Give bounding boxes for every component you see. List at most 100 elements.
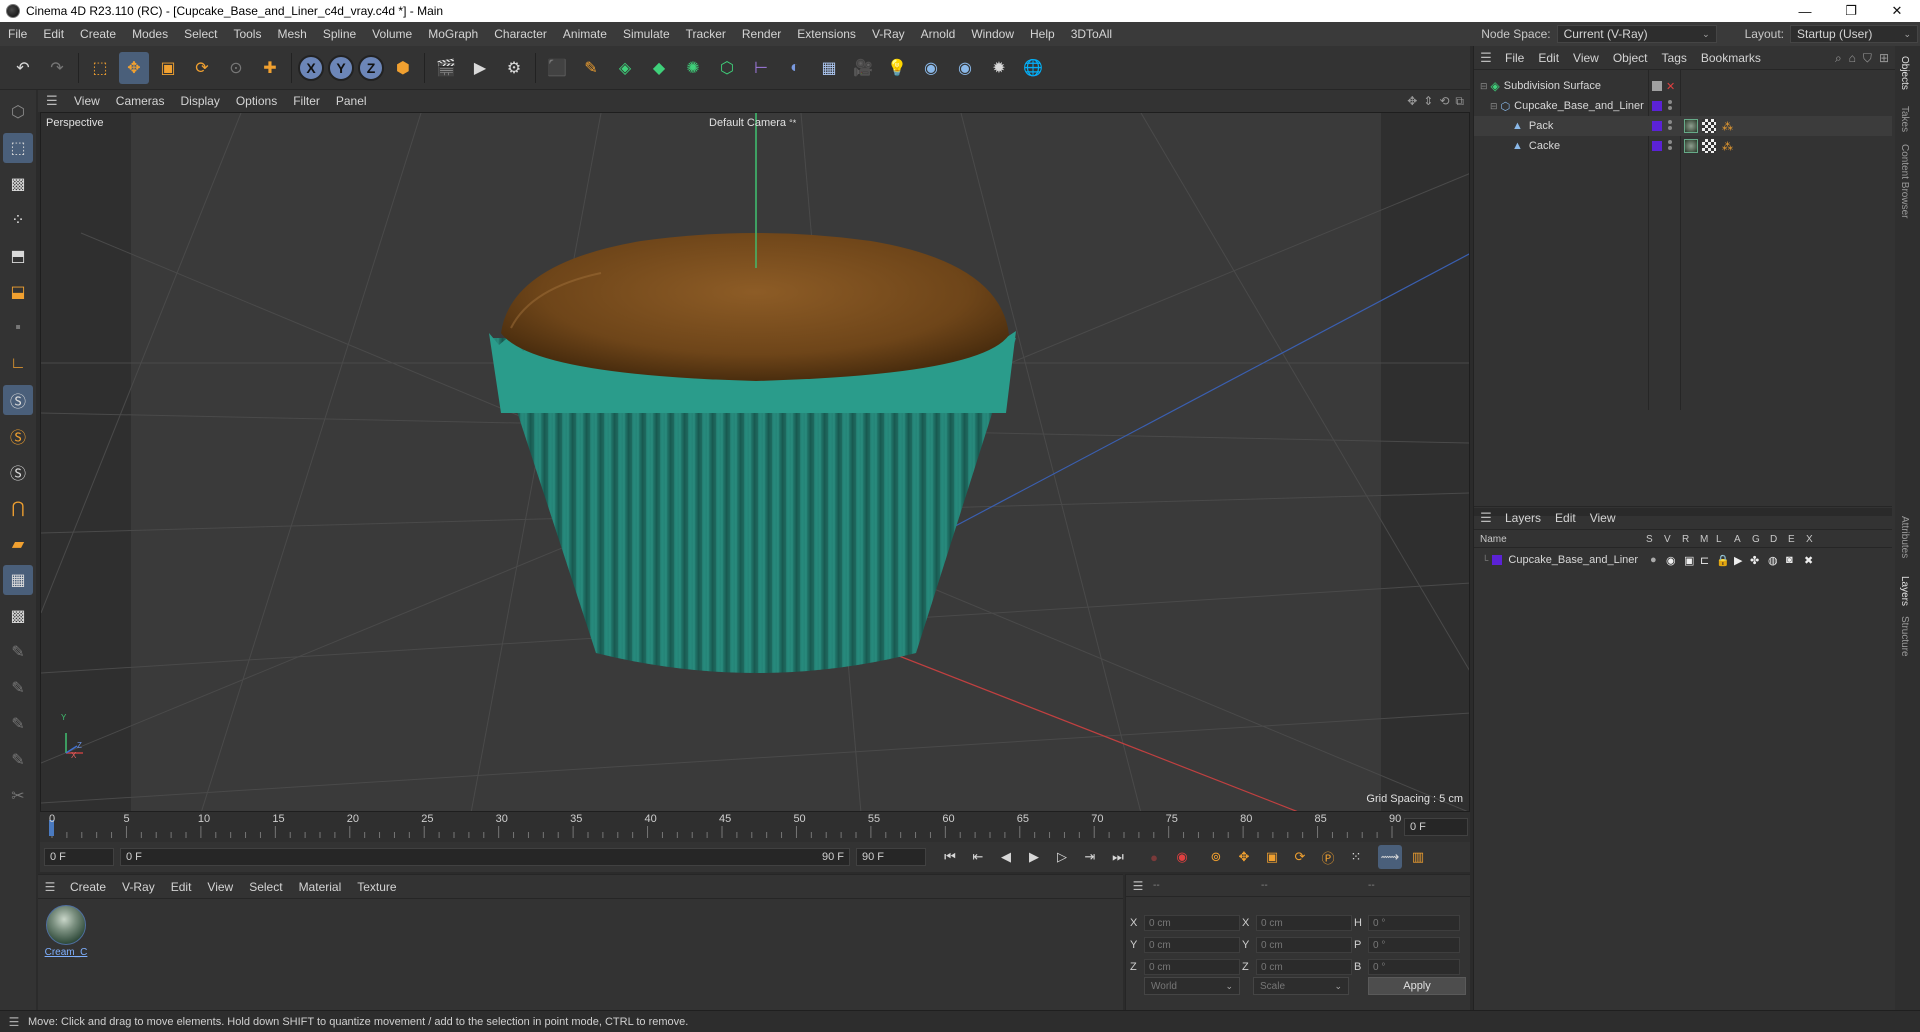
autokeying-icon[interactable]: ◉ [1170, 845, 1194, 869]
material-tag-icon[interactable] [1684, 119, 1698, 133]
menu-create[interactable]: Create [72, 27, 124, 41]
om-menu-tags[interactable]: Tags [1655, 51, 1694, 65]
sculpt-brush-icon[interactable]: ✎ [3, 637, 33, 667]
menu-tools[interactable]: Tools [225, 27, 269, 41]
menu-arnold[interactable]: Arnold [913, 27, 964, 41]
layer-color-swatch[interactable] [1492, 555, 1503, 565]
new-view-icon[interactable]: ⊞ [1879, 51, 1889, 65]
menu-help[interactable]: Help [1022, 27, 1063, 41]
rot-p-field[interactable]: 0 ° [1368, 937, 1460, 953]
rotate-view-icon[interactable]: ⟲ [1439, 94, 1449, 108]
visible-in-editor-icon[interactable]: ◉ [1666, 554, 1676, 567]
layer-column-name[interactable]: Name [1480, 534, 1646, 545]
layer-column-render[interactable]: R [1682, 534, 1700, 545]
keyframe-selection-icon[interactable]: ⊚ [1204, 845, 1228, 869]
size-z-field[interactable]: 0 cm [1256, 959, 1352, 975]
menu-select[interactable]: Select [176, 27, 225, 41]
layer-color-swatch[interactable] [1652, 141, 1662, 151]
menu-simulate[interactable]: Simulate [615, 27, 678, 41]
light-icon[interactable]: 💡 [882, 52, 912, 84]
visibility-dots-icon[interactable] [1668, 100, 1674, 110]
dope-sheet-icon[interactable]: ▥ [1406, 845, 1430, 869]
material-menu-vray[interactable]: V-Ray [114, 880, 163, 894]
pen-spline-icon[interactable]: ✎ [576, 52, 606, 84]
vray-settings-icon[interactable]: ✹ [984, 52, 1014, 84]
visibility-dots-icon[interactable] [1668, 120, 1674, 130]
extrude-generator-icon[interactable]: ◆ [644, 52, 674, 84]
menu-character[interactable]: Character [486, 27, 555, 41]
record-active-objects-icon[interactable]: ● [1142, 845, 1166, 869]
smooth-brush-icon[interactable]: ✎ [3, 709, 33, 739]
om-menu-object[interactable]: Object [1606, 51, 1655, 65]
quantize-icon[interactable]: Ⓢ [3, 457, 33, 487]
pan-view-icon[interactable]: ✥ [1407, 94, 1417, 108]
redo-icon[interactable]: ↷ [42, 52, 72, 84]
material-menu-edit[interactable]: Edit [163, 880, 200, 894]
lock-icon[interactable]: 🔒 [1716, 554, 1730, 567]
object-row-cupcake-base-and-liner[interactable]: ⊟ ⬡ Cupcake_Base_and_Liner [1474, 96, 1892, 116]
current-frame-field[interactable]: 0 F [1404, 818, 1468, 836]
om-menu-file[interactable]: File [1498, 51, 1531, 65]
edit-checkbox-icon[interactable] [1652, 81, 1662, 91]
play-icon[interactable]: ▶ [1022, 845, 1046, 869]
texture-tag-icon[interactable] [1702, 119, 1716, 133]
menu-tracker[interactable]: Tracker [678, 27, 734, 41]
side-tab-attributes[interactable]: Attributes [1899, 516, 1910, 558]
menu-mograph[interactable]: MoGraph [420, 27, 486, 41]
apply-button[interactable]: Apply [1368, 977, 1466, 995]
rot-h-field[interactable]: 0 ° [1368, 915, 1460, 931]
layer-column-generators[interactable]: G [1752, 534, 1770, 545]
transform-tool-icon[interactable]: ⊙ [221, 52, 251, 84]
position-key-icon[interactable]: ✥ [1232, 845, 1256, 869]
layer-column-animation[interactable]: A [1734, 534, 1752, 545]
python-script-icon[interactable]: ◉ [950, 52, 980, 84]
min-frame-field[interactable]: 0 F [44, 848, 114, 866]
coordinate-system-icon[interactable]: ⬢ [388, 52, 418, 84]
coordinates-menu-icon[interactable]: ☰ [1126, 879, 1150, 893]
home-icon[interactable]: ⌂ [1849, 51, 1856, 65]
menu-render[interactable]: Render [734, 27, 789, 41]
camera-icon[interactable]: 🎥 [848, 52, 878, 84]
previous-frame-icon[interactable]: ◀ [994, 845, 1018, 869]
layer-column-deformers[interactable]: D [1770, 534, 1788, 545]
xref-icon[interactable]: ✖ [1804, 554, 1813, 567]
material-menu-view[interactable]: View [199, 880, 241, 894]
rotation-key-icon[interactable]: ⟳ [1288, 845, 1312, 869]
disabled-x-icon[interactable]: ✕ [1666, 80, 1675, 93]
uv-mode-icon[interactable]: ▪ [3, 313, 33, 343]
layer-column-manager[interactable]: M [1700, 534, 1716, 545]
paint-brush-icon[interactable]: ✎ [3, 673, 33, 703]
layer-column-expressions[interactable]: E [1788, 534, 1806, 545]
om-menu-bookmarks[interactable]: Bookmarks [1694, 51, 1768, 65]
axis-tool-icon[interactable]: ✚ [255, 52, 285, 84]
go-to-start-icon[interactable]: ⏮ [938, 845, 962, 869]
cloner-icon[interactable]: ⬡ [712, 52, 742, 84]
viewport-menu-cameras[interactable]: Cameras [108, 94, 173, 108]
layer-column-locked[interactable]: L [1716, 534, 1734, 545]
material-menu-create[interactable]: Create [62, 880, 114, 894]
minimize-button[interactable]: — [1782, 0, 1828, 22]
render-settings-icon[interactable]: ⚙ [499, 52, 529, 84]
python-icon[interactable]: ◉ [916, 52, 946, 84]
material-menu-icon[interactable]: ☰ [38, 880, 62, 894]
visible-in-render-icon[interactable]: ▣ [1684, 554, 1694, 567]
layer-column-view[interactable]: V [1664, 534, 1682, 545]
edges-mode-icon[interactable]: ⬒ [3, 241, 33, 271]
undo-icon[interactable]: ↶ [8, 52, 38, 84]
scale-key-icon[interactable]: ▣ [1260, 845, 1284, 869]
layer-color-swatch[interactable] [1652, 101, 1662, 111]
viewport-menu-filter[interactable]: Filter [285, 94, 328, 108]
layer-menu-edit[interactable]: Edit [1548, 511, 1583, 525]
pull-brush-icon[interactable]: ✎ [3, 745, 33, 775]
menu-extensions[interactable]: Extensions [789, 27, 864, 41]
menu-3dtoall[interactable]: 3DToAll [1063, 27, 1120, 41]
deformers-icon[interactable]: ◍ [1768, 554, 1778, 567]
size-x-field[interactable]: 0 cm [1256, 915, 1352, 931]
show-in-manager-icon[interactable]: ⊏ [1700, 554, 1709, 567]
solo-toggle-icon[interactable]: ● [1650, 554, 1657, 566]
rotate-tool-icon[interactable]: ⟳ [187, 52, 217, 84]
viewport-menu-panel[interactable]: Panel [328, 94, 375, 108]
pos-y-field[interactable]: 0 cm [1144, 937, 1240, 953]
material-menu-select[interactable]: Select [241, 880, 290, 894]
object-row-pack[interactable]: ▲ Pack ⁂ [1474, 116, 1892, 136]
